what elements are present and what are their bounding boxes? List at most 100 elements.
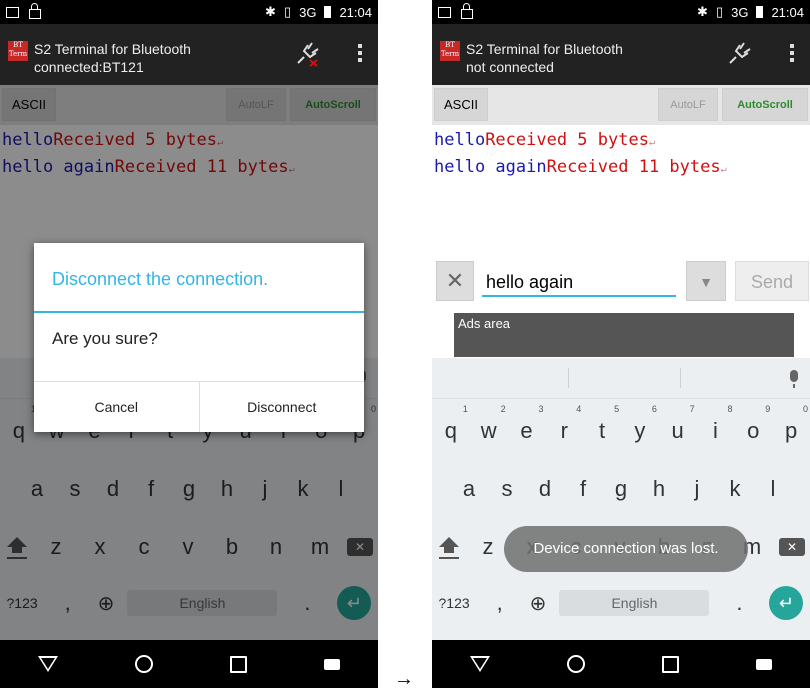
key-r[interactable]: 4r xyxy=(547,404,582,444)
app-logo: BT Term xyxy=(8,41,28,61)
space-key[interactable]: English xyxy=(559,590,710,616)
app-logo: BT Term xyxy=(440,41,460,61)
history-dropdown-icon[interactable]: ▼ xyxy=(686,261,726,301)
battery-icon xyxy=(756,6,764,18)
plug-connect-icon[interactable] xyxy=(726,41,752,67)
screenshot-icon xyxy=(438,6,451,18)
clock: 21:04 xyxy=(339,4,372,20)
signal-icon: 3G xyxy=(731,4,749,20)
key-q[interactable]: 1q xyxy=(434,404,468,444)
disconnect-dialog: Disconnect the connection. Are you sure?… xyxy=(34,243,364,432)
mic-icon[interactable] xyxy=(790,370,798,388)
connection-status: connected:BT121 xyxy=(34,59,144,75)
ads-area: Ads area xyxy=(454,313,794,357)
overflow-menu-icon[interactable] xyxy=(790,44,794,65)
key-f[interactable]: f xyxy=(566,476,600,502)
suggestion-strip xyxy=(432,358,810,399)
key-s[interactable]: s xyxy=(490,476,524,502)
nav-bar xyxy=(0,640,378,688)
home-icon[interactable] xyxy=(135,655,154,673)
key-y[interactable]: 6y xyxy=(623,404,657,444)
dialog-title: Disconnect the connection. xyxy=(52,269,269,289)
lock-icon xyxy=(29,3,41,19)
keyboard-switch-icon[interactable] xyxy=(323,658,340,670)
key-h[interactable]: h xyxy=(642,476,676,502)
key-hint: 3 xyxy=(538,404,544,414)
key-k[interactable]: k xyxy=(718,476,752,502)
disconnect-button[interactable]: Disconnect xyxy=(198,382,365,432)
toolbar: ASCII AutoLF AutoScroll xyxy=(432,85,810,125)
bluetooth-icon: ✱ xyxy=(697,4,708,19)
terminal-line: helloReceived 5 bytes↵ xyxy=(434,130,655,150)
key-d[interactable]: d xyxy=(528,476,562,502)
bluetooth-icon: ✱ xyxy=(265,4,276,19)
key-g[interactable]: g xyxy=(604,476,638,502)
period-key[interactable]: . xyxy=(722,590,756,616)
status-bar: ✱ ▯ 3G 21:04 xyxy=(0,0,378,24)
vibrate-icon: ▯ xyxy=(283,4,292,19)
key-row-2: asdfghjkl xyxy=(432,476,810,502)
app-title: S2 Terminal for Bluetooth xyxy=(34,41,191,57)
comma-key[interactable]: , xyxy=(483,590,517,616)
recents-icon[interactable] xyxy=(229,655,247,673)
shift-icon[interactable] xyxy=(437,537,461,559)
key-o[interactable]: 9o xyxy=(736,404,770,444)
home-icon[interactable] xyxy=(567,655,586,673)
vibrate-icon: ▯ xyxy=(715,4,724,19)
symbols-key[interactable]: ?123 xyxy=(439,595,470,611)
clock: 21:04 xyxy=(771,4,804,20)
toast-message: Device connection was lost. xyxy=(504,526,748,572)
phone-right-screen: ✱ ▯ 3G 21:04 BT Term S2 Terminal for Blue… xyxy=(432,0,810,688)
key-l[interactable]: l xyxy=(756,476,790,502)
key-j[interactable]: j xyxy=(680,476,714,502)
clear-icon[interactable]: ✕ xyxy=(436,261,474,301)
cancel-button[interactable]: Cancel xyxy=(34,382,199,432)
screenshot-icon xyxy=(6,6,19,18)
back-icon[interactable] xyxy=(470,656,491,672)
key-hint: 2 xyxy=(500,404,506,414)
key-hint: 8 xyxy=(727,404,733,414)
key-i[interactable]: 8i xyxy=(698,404,732,444)
plug-disconnect-icon[interactable] xyxy=(294,41,320,67)
message-input[interactable]: hello again xyxy=(482,267,676,297)
signal-icon: 3G xyxy=(299,4,317,20)
connection-status: not connected xyxy=(466,59,554,75)
key-u[interactable]: 7u xyxy=(661,404,695,444)
input-row: ✕ hello again ▼ Send xyxy=(432,261,810,301)
key-t[interactable]: 5t xyxy=(585,404,619,444)
recents-icon[interactable] xyxy=(661,655,679,673)
key-hint: 6 xyxy=(651,404,657,414)
dialog-message: Are you sure? xyxy=(52,329,158,348)
status-bar: ✱ ▯ 3G 21:04 xyxy=(432,0,810,24)
terminal-output: helloReceived 5 bytes↵ hello againReceiv… xyxy=(434,128,810,182)
key-hint: 7 xyxy=(689,404,695,414)
app-bar: BT Term S2 Terminal for Bluetooth connect… xyxy=(0,24,378,85)
autoscroll-button[interactable]: AutoScroll xyxy=(722,88,808,121)
keyboard-switch-icon[interactable] xyxy=(755,658,772,670)
key-e[interactable]: 3e xyxy=(509,404,543,444)
ascii-button[interactable]: ASCII xyxy=(434,88,488,121)
phone-left-screen: ✱ ▯ 3G 21:04 BT Term S2 Terminal for Blue… xyxy=(0,0,378,688)
key-hint: 4 xyxy=(576,404,582,414)
key-a[interactable]: a xyxy=(452,476,486,502)
key-w[interactable]: 2w xyxy=(472,404,506,444)
key-row-4: ?123 , ⊕ English . ↵ xyxy=(432,586,810,620)
key-p[interactable]: 0p xyxy=(774,404,808,444)
backspace-icon[interactable]: ✕ xyxy=(779,538,805,556)
overflow-menu-icon[interactable] xyxy=(358,44,362,65)
back-icon[interactable] xyxy=(38,656,59,672)
key-hint: 0 xyxy=(803,404,809,414)
battery-icon xyxy=(324,6,332,18)
app-bar: BT Term S2 Terminal for Bluetooth not con… xyxy=(432,24,810,85)
dialog-divider xyxy=(34,311,364,313)
key-z[interactable]: z xyxy=(471,534,505,560)
key-row-1: 1q2w3e4r5t6y7u8i9o0p xyxy=(432,404,810,444)
key-hint: 5 xyxy=(614,404,620,414)
lock-icon xyxy=(461,3,473,19)
enter-key[interactable]: ↵ xyxy=(769,586,804,620)
send-button[interactable]: Send xyxy=(735,261,809,301)
globe-icon[interactable]: ⊕ xyxy=(530,591,547,616)
nav-bar xyxy=(432,640,810,688)
dialog-buttons: Cancel Disconnect xyxy=(34,381,364,432)
autolf-button[interactable]: AutoLF xyxy=(658,88,718,121)
